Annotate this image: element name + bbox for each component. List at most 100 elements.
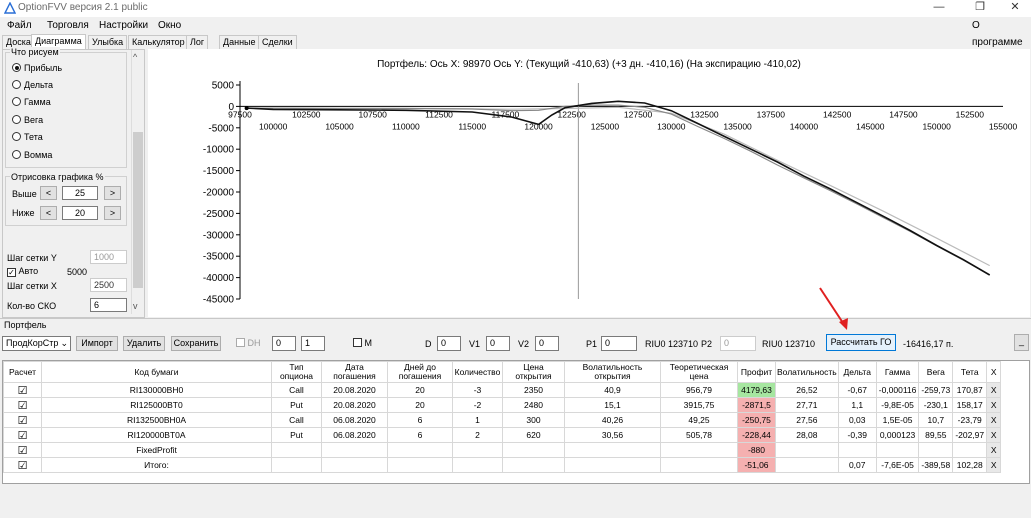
cell-check[interactable]: ☑	[3, 412, 42, 428]
below-input[interactable]: 20	[62, 206, 98, 220]
cell-x[interactable]: X	[986, 442, 1002, 458]
grid-x-input[interactable]: 2500	[90, 278, 127, 292]
scrollbar-thumb[interactable]	[133, 132, 143, 288]
radio-profit[interactable]: Прибыль	[12, 61, 62, 75]
p2-input[interactable]: 0	[720, 336, 756, 351]
col-code[interactable]: Код бумаги	[41, 361, 272, 383]
import-button[interactable]: Импорт	[76, 336, 118, 351]
dh-checkbox[interactable]: DH	[236, 338, 261, 348]
menu-trading[interactable]: Торговля	[42, 17, 94, 34]
tab-deals[interactable]: Сделки	[258, 35, 297, 49]
title-bar	[0, 0, 1031, 17]
cell-check[interactable]: ☑	[3, 397, 42, 413]
portfolio-select[interactable]: ПродКорСтр ⌄	[2, 336, 71, 351]
dh-spin1[interactable]: 0	[272, 336, 296, 351]
cell-price: 2350	[502, 382, 565, 398]
col-calc[interactable]: Расчет	[3, 361, 42, 383]
v2-input[interactable]: 0	[535, 336, 559, 351]
cell-theo	[660, 442, 738, 458]
col-type[interactable]: Тип опциона	[271, 361, 322, 383]
tab-calculator[interactable]: Калькулятор	[128, 35, 189, 49]
radio-gamma[interactable]: Гамма	[12, 95, 51, 109]
col-price[interactable]: Цена открытия	[502, 361, 565, 383]
above-decrease-button[interactable]: <	[40, 186, 57, 200]
delete-button[interactable]: Удалить	[123, 336, 165, 351]
cell-vol	[775, 442, 839, 458]
tab-data[interactable]: Данные	[219, 35, 260, 49]
d-input[interactable]: 0	[437, 336, 461, 351]
col-theta[interactable]: Тета	[952, 361, 988, 383]
grid-y-input[interactable]: 1000	[90, 250, 127, 264]
cell-x[interactable]: X	[986, 427, 1002, 443]
table-row[interactable]: ☑ RI125000BT0 Put 20.08.2020 20 -2 2480 15,1 391…	[3, 397, 1002, 413]
cell-x[interactable]: X	[986, 412, 1002, 428]
col-gamma[interactable]: Гамма	[875, 361, 920, 383]
minimize-window-icon[interactable]: —	[924, 0, 954, 17]
cell-x[interactable]: X	[986, 397, 1002, 413]
col-vega[interactable]: Вега	[918, 361, 954, 383]
cell-days	[387, 457, 453, 473]
below-decrease-button[interactable]: <	[40, 206, 57, 220]
save-button[interactable]: Сохранить	[171, 336, 221, 351]
table-row[interactable]: ☑ RI132500BH0A Call 06.08.2020 6 1 300 40,26 49,…	[3, 412, 1002, 428]
radio-vomma[interactable]: Вомма	[12, 148, 52, 162]
col-theo[interactable]: Теоретическая цена	[660, 361, 738, 383]
sko-input[interactable]: 6	[90, 298, 127, 312]
menu-file[interactable]: Файл	[2, 17, 37, 34]
cell-check[interactable]: ☑	[3, 457, 42, 473]
cell-check[interactable]: ☑	[3, 427, 42, 443]
tab-log[interactable]: Лог	[186, 35, 209, 49]
radio-dot	[12, 150, 21, 159]
y-tick-label: -10000	[203, 145, 235, 156]
p1-input[interactable]: 0	[601, 336, 637, 351]
cell-x[interactable]: X	[986, 457, 1002, 473]
radio-theta[interactable]: Тета	[12, 130, 43, 144]
cell-vol-open: 15,1	[564, 397, 661, 413]
below-increase-button[interactable]: >	[104, 206, 121, 220]
m-checkbox[interactable]: M	[353, 338, 372, 348]
table-row[interactable]: ☑ RI130000BH0 Call 20.08.2020 20 -3 2350 40,9 95…	[3, 382, 1002, 398]
menu-window[interactable]: Окно	[153, 17, 186, 34]
dh-spin2[interactable]: 1	[301, 336, 325, 351]
cell-check[interactable]: ☑	[3, 382, 42, 398]
cell-vol-open: 40,9	[564, 382, 661, 398]
col-qty[interactable]: Количество	[452, 361, 503, 383]
x-tick-label: 137500	[757, 109, 786, 119]
col-vol[interactable]: Волатильность	[775, 361, 839, 383]
cell-date	[321, 457, 388, 473]
cell-qty: -3	[452, 382, 503, 398]
calc-margin-button[interactable]: Рассчитать ГО	[826, 334, 896, 351]
table-row[interactable]: ☑ RI120000BT0A Put 06.08.2020 6 2 620 30,56 505,…	[3, 427, 1002, 443]
above-input[interactable]: 25	[62, 186, 98, 200]
chart-canvas: Портфель: Ось X: 98970 Ось Y: (Текущий -…	[203, 58, 1018, 306]
menu-settings[interactable]: Настройки	[94, 17, 153, 34]
close-window-icon[interactable]: ✕	[1000, 0, 1030, 17]
radio-delta[interactable]: Дельта	[12, 78, 53, 92]
cell-x[interactable]: X	[986, 382, 1002, 398]
panel-minimize-button[interactable]: _	[1014, 334, 1029, 351]
v1-input[interactable]: 0	[486, 336, 510, 351]
scroll-up-icon[interactable]: ^	[133, 52, 137, 62]
radio-vega[interactable]: Вега	[12, 113, 43, 127]
col-profit[interactable]: Профит	[737, 361, 776, 383]
col-x[interactable]: X	[986, 361, 1002, 383]
below-label: Ниже	[12, 208, 35, 218]
table-row[interactable]: ☑ Итого: -51,06 0,07 -7,6E-05 -389,58 102,28 X	[3, 457, 1002, 473]
riu-price-1: RIU0 123710	[645, 339, 699, 349]
auto-checkbox[interactable]: ✓ Авто	[7, 266, 38, 277]
above-increase-button[interactable]: >	[104, 186, 121, 200]
col-days[interactable]: Дней до погашения	[387, 361, 453, 383]
tab-smile[interactable]: Улыбка	[88, 35, 128, 49]
riu-price-2: RIU0 123710	[762, 339, 816, 349]
x-tick-label: 142500	[823, 109, 852, 119]
x-tick-label: 145000	[856, 121, 885, 131]
col-vol-open[interactable]: Волатильность открытия	[564, 361, 661, 383]
draw-range-title: Отрисовка графика %	[10, 172, 105, 182]
table-row[interactable]: ☑ FixedProfit -880 X	[3, 442, 1002, 458]
col-date[interactable]: Дата погашения	[321, 361, 388, 383]
scroll-down-icon[interactable]: v	[133, 301, 138, 311]
restore-window-icon[interactable]: ❐	[965, 0, 995, 17]
cell-check[interactable]: ☑	[3, 442, 42, 458]
menu-about[interactable]: О программе	[967, 17, 1031, 48]
col-delta[interactable]: Дельта	[837, 361, 877, 383]
